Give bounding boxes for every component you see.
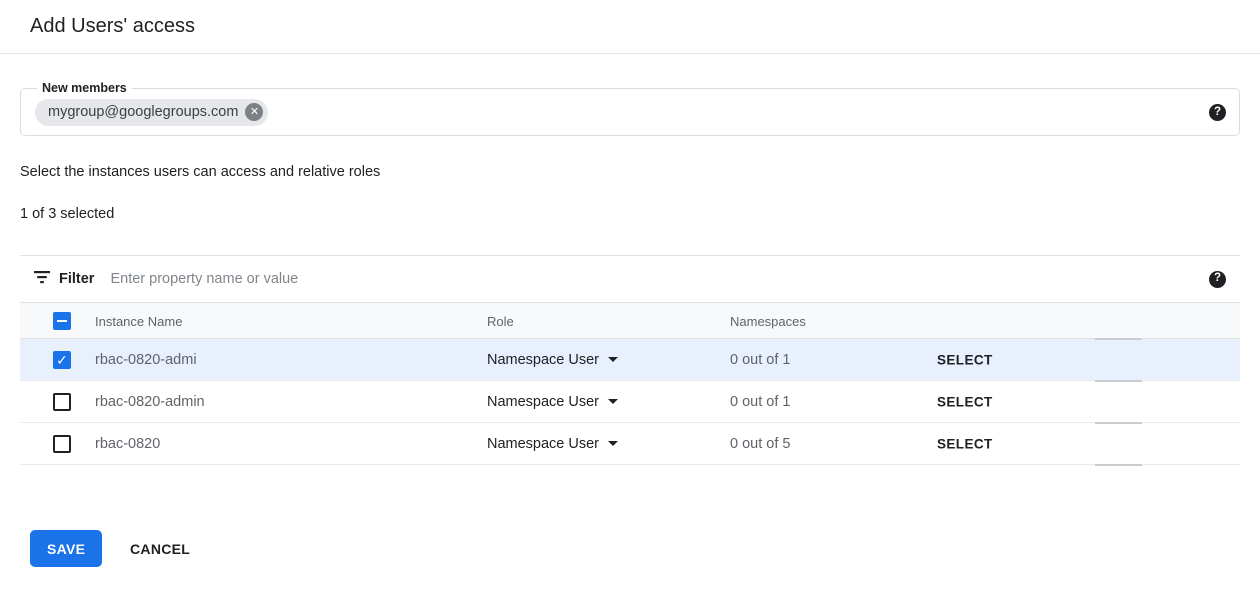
namespaces-cell: 0 out of 1 [730, 352, 790, 368]
page-title: Add Users' access [30, 15, 195, 38]
instance-name-cell: rbac-0820-admin [95, 394, 205, 410]
column-header-instance-name: Instance Name [95, 303, 182, 339]
table-header-row: Instance Name Role Namespaces [20, 303, 1240, 339]
row-checkbox[interactable]: ✓ [53, 351, 71, 369]
checkmark-icon: ✓ [56, 353, 68, 367]
select-all-checkbox[interactable] [53, 312, 71, 330]
filter-bar[interactable]: Filter ? [20, 255, 1240, 302]
namespaces-cell: 0 out of 5 [730, 436, 790, 452]
column-divider [1095, 338, 1142, 340]
column-header-role: Role [487, 303, 514, 339]
selection-summary: 1 of 3 selected [20, 206, 114, 222]
column-header-namespaces: Namespaces [730, 303, 806, 339]
new-members-label: New members [37, 80, 132, 97]
column-divider [1095, 380, 1142, 382]
namespaces-cell: 0 out of 1 [730, 394, 790, 410]
column-divider [1095, 422, 1142, 424]
row-checkbox[interactable]: ✓ [53, 435, 71, 453]
instance-name-cell: rbac-0820-admi [95, 352, 197, 368]
select-button[interactable]: SELECT [935, 430, 995, 457]
table-row[interactable]: ✓ rbac-0820-admi Namespace User 0 out of… [20, 339, 1240, 381]
role-value: Namespace User [487, 436, 599, 452]
role-dropdown[interactable]: Namespace User [487, 394, 618, 410]
column-divider [1095, 464, 1142, 466]
new-members-field[interactable]: New members mygroup@googlegroups.com ✕ ? [20, 88, 1240, 136]
instances-table: Instance Name Role Namespaces ✓ rbac-082… [20, 302, 1240, 465]
instance-name-cell: rbac-0820 [95, 436, 160, 452]
title-divider [0, 53, 1260, 54]
table-row[interactable]: ✓ rbac-0820 Namespace User 0 out of 5 SE… [20, 423, 1240, 465]
table-row[interactable]: ✓ rbac-0820-admin Namespace User 0 out o… [20, 381, 1240, 423]
add-users-access-dialog: Add Users' access New members mygroup@go… [0, 0, 1260, 613]
arrow-drop-down-icon [608, 357, 618, 362]
role-value: Namespace User [487, 352, 599, 368]
row-checkbox[interactable]: ✓ [53, 393, 71, 411]
help-icon[interactable]: ? [1209, 271, 1226, 288]
select-button[interactable]: SELECT [935, 388, 995, 415]
cancel-button[interactable]: CANCEL [128, 530, 192, 567]
member-chip-label: mygroup@googlegroups.com [48, 104, 238, 120]
close-icon[interactable]: ✕ [245, 103, 263, 121]
instructions-text: Select the instances users can access an… [20, 164, 380, 180]
select-button[interactable]: SELECT [935, 346, 995, 373]
role-dropdown[interactable]: Namespace User [487, 352, 618, 368]
role-dropdown[interactable]: Namespace User [487, 436, 618, 452]
filter-label: Filter [59, 271, 94, 287]
member-chip[interactable]: mygroup@googlegroups.com ✕ [35, 99, 268, 126]
arrow-drop-down-icon [608, 399, 618, 404]
filter-input[interactable] [110, 271, 1209, 287]
help-icon[interactable]: ? [1209, 104, 1226, 121]
save-button[interactable]: SAVE [30, 530, 102, 567]
role-value: Namespace User [487, 394, 599, 410]
filter-list-icon [34, 270, 50, 289]
arrow-drop-down-icon [608, 441, 618, 446]
